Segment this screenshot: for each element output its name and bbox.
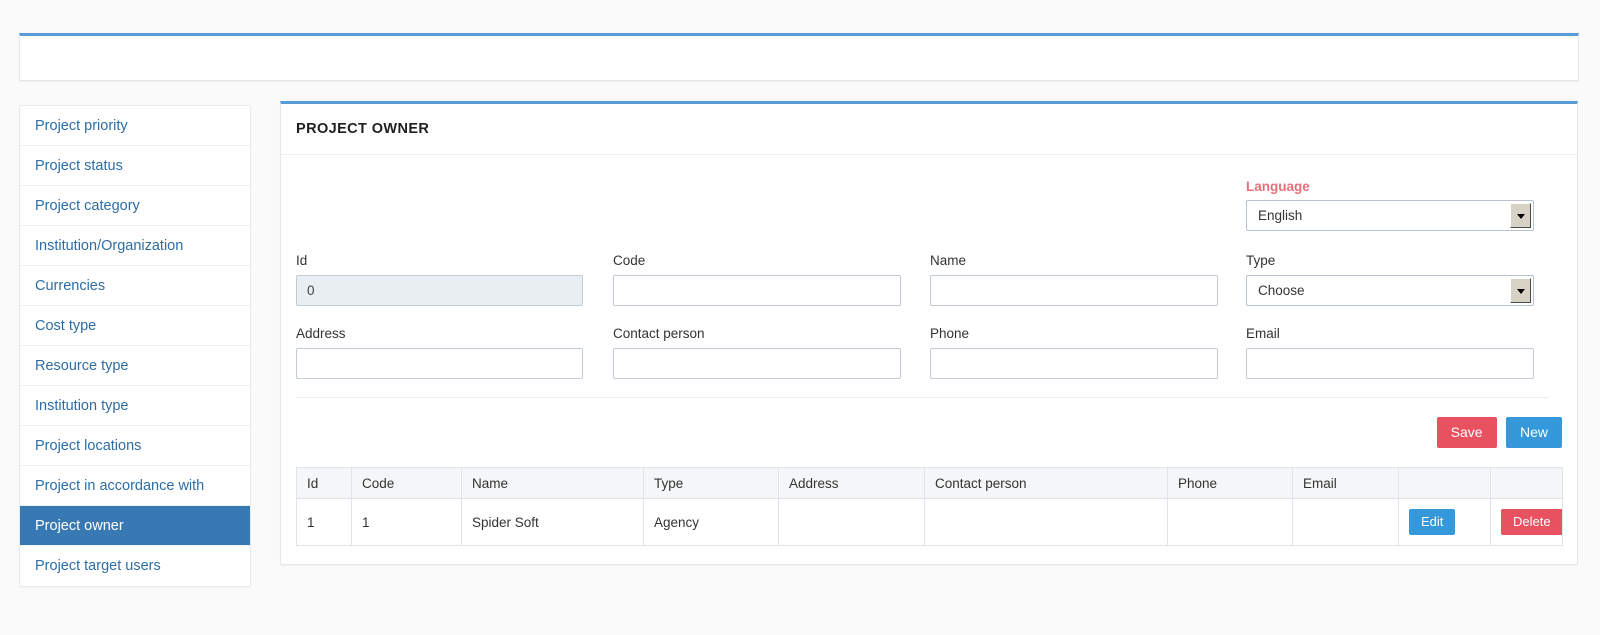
type-label: Type	[1246, 253, 1276, 268]
type-select-value: Choose	[1258, 283, 1305, 298]
language-select-value: English	[1258, 208, 1303, 223]
table-row: 1 1 Spider Soft Agency Edit Delete	[296, 498, 1563, 546]
language-label: Language	[1246, 179, 1310, 194]
field-address: Address	[296, 326, 583, 379]
form-actions: Save New	[1436, 417, 1562, 448]
sidebar-item-label: Project locations	[35, 438, 142, 454]
sidebar-item-label: Currencies	[35, 278, 106, 294]
top-navbar	[19, 33, 1579, 81]
sidebar-item-institution-type[interactable]: Institution type	[20, 386, 250, 426]
sidebar-item-institution-organization[interactable]: Institution/Organization	[20, 226, 250, 266]
sidebar-item-project-locations[interactable]: Project locations	[20, 426, 250, 466]
cell-phone	[1167, 498, 1293, 546]
column-header-contact-person: Contact person	[924, 467, 1168, 499]
sidebar-item-label: Institution/Organization	[35, 238, 184, 254]
table-header-row: Id Code Name Type Address Contact person…	[296, 467, 1563, 499]
sidebar-item-label: Project owner	[35, 518, 124, 534]
column-header-delete	[1490, 467, 1563, 499]
sidebar-item-label: Project category	[35, 198, 140, 214]
sidebar-item-label: Project in accordance with	[35, 478, 205, 494]
edit-button[interactable]: Edit	[1409, 509, 1456, 535]
sidebar-item-cost-type[interactable]: Cost type	[20, 306, 250, 346]
sidebar-item-label: Project status	[35, 158, 123, 174]
sidebar-item-project-priority[interactable]: Project priority	[20, 106, 250, 146]
sidebar-item-currencies[interactable]: Currencies	[20, 266, 250, 306]
project-owner-table-wrapper: Id Code Name Type Address Contact person…	[296, 467, 1563, 546]
column-header-address: Address	[778, 467, 925, 499]
phone-label: Phone	[930, 326, 970, 341]
contact-person-input[interactable]	[613, 348, 901, 379]
page-root: Project priority Project status Project …	[0, 0, 1600, 635]
sidebar-item-label: Project target users	[35, 558, 161, 574]
save-button[interactable]: Save	[1436, 417, 1497, 448]
id-label: Id	[296, 253, 308, 268]
cell-delete: Delete	[1490, 498, 1563, 546]
sidebar-item-label: Institution type	[35, 398, 129, 414]
name-input[interactable]	[930, 275, 1218, 306]
form-divider	[296, 397, 1549, 398]
language-block: Language English	[1246, 179, 1534, 231]
cell-type: Agency	[643, 498, 779, 546]
chevron-down-icon[interactable]	[1510, 203, 1531, 228]
column-header-phone: Phone	[1167, 467, 1293, 499]
sidebar-item-resource-type[interactable]: Resource type	[20, 346, 250, 386]
column-header-name: Name	[461, 467, 644, 499]
code-label: Code	[613, 253, 646, 268]
sidebar-item-project-category[interactable]: Project category	[20, 186, 250, 226]
cell-id: 1	[296, 498, 352, 546]
cell-edit: Edit	[1398, 498, 1491, 546]
sidebar-item-label: Resource type	[35, 358, 129, 374]
field-name: Name	[930, 253, 1218, 306]
id-input[interactable]	[296, 275, 583, 306]
field-email: Email	[1246, 326, 1534, 379]
column-header-email: Email	[1292, 467, 1399, 499]
field-contact-person: Contact person	[613, 326, 901, 379]
type-select[interactable]: Choose	[1246, 275, 1534, 306]
column-header-code: Code	[351, 467, 462, 499]
address-input[interactable]	[296, 348, 583, 379]
cell-address	[778, 498, 925, 546]
new-button[interactable]: New	[1505, 417, 1562, 448]
page-title: PROJECT OWNER	[281, 104, 1577, 155]
sidebar-item-project-target-users[interactable]: Project target users	[20, 546, 250, 586]
sidebar-item-label: Project priority	[35, 118, 128, 134]
language-select[interactable]: English	[1246, 200, 1534, 231]
project-owner-panel: PROJECT OWNER Language English Id Code	[280, 101, 1578, 565]
cell-contact-person	[924, 498, 1168, 546]
cell-code: 1	[351, 498, 462, 546]
phone-input[interactable]	[930, 348, 1218, 379]
field-id: Id	[296, 253, 583, 306]
address-label: Address	[296, 326, 346, 341]
contact-person-label: Contact person	[613, 326, 705, 341]
chevron-down-icon[interactable]	[1510, 278, 1531, 303]
field-phone: Phone	[930, 326, 1218, 379]
sidebar-nav: Project priority Project status Project …	[19, 105, 251, 587]
email-label: Email	[1246, 326, 1280, 341]
project-owner-table: Id Code Name Type Address Contact person…	[296, 467, 1563, 546]
cell-name: Spider Soft	[461, 498, 644, 546]
column-header-type: Type	[643, 467, 779, 499]
name-label: Name	[930, 253, 967, 268]
column-header-id: Id	[296, 467, 352, 499]
email-input[interactable]	[1246, 348, 1534, 379]
code-input[interactable]	[613, 275, 901, 306]
field-code: Code	[613, 253, 901, 306]
sidebar-item-project-status[interactable]: Project status	[20, 146, 250, 186]
column-header-edit	[1398, 467, 1491, 499]
sidebar-item-project-in-accordance-with[interactable]: Project in accordance with	[20, 466, 250, 506]
delete-button[interactable]: Delete	[1501, 509, 1562, 535]
cell-email	[1292, 498, 1399, 546]
sidebar-item-project-owner[interactable]: Project owner	[20, 506, 250, 546]
field-type: Type Choose	[1246, 253, 1534, 306]
sidebar-item-label: Cost type	[35, 318, 97, 334]
